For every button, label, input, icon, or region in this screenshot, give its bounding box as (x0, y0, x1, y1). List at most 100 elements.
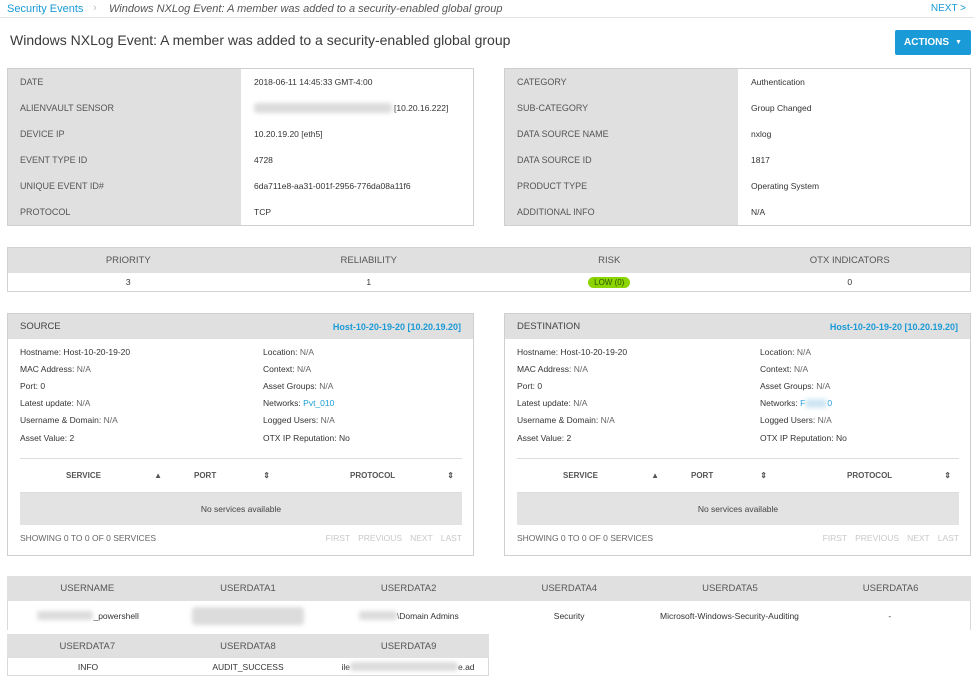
kv-value: 0 (40, 381, 46, 391)
services-pager: FIRST PREVIOUS NEXT LAST (815, 533, 959, 543)
kv-label: Port: (517, 381, 535, 391)
detail-row-ds-name: DATA SOURCE NAME nxlog (505, 121, 970, 147)
source-latest-update: Latest update: N/A (20, 398, 90, 408)
kv-label: Username & Domain: (20, 415, 102, 425)
kv-value: 0 (537, 381, 543, 391)
detail-value: [10.20.16.222] (241, 95, 448, 121)
pager-last[interactable]: LAST (938, 533, 959, 543)
breadcrumb-security-events-link[interactable]: Security Events (7, 3, 83, 15)
page-title: Windows NXLog Event: A member was added … (10, 32, 511, 48)
destination-asset-groups: Asset Groups: N/A (760, 381, 830, 391)
destination-mac: MAC Address: N/A (517, 364, 588, 374)
kv-label: Logged Users: (760, 415, 816, 425)
source-host-link[interactable]: Host-10-20-19-20 [10.20.19.20] (333, 322, 461, 332)
destination-host-link[interactable]: Host-10-20-19-20 [10.20.19.20] (830, 322, 958, 332)
destination-logged-users: Logged Users: N/A (760, 415, 832, 425)
source-panel: SOURCE Host-10-20-19-20 [10.20.19.20] Ho… (7, 313, 474, 556)
services-empty-row: No services available (517, 493, 959, 525)
kv-value: 2 (566, 433, 572, 443)
detail-row-product-type: PRODUCT TYPE Operating System (505, 173, 970, 199)
kv-value: 2 (69, 433, 75, 443)
service-column-header[interactable]: SERVICE ▲ (517, 471, 667, 480)
detail-label: PRODUCT TYPE (505, 173, 738, 199)
otx-indicators-header: OTX INDICATORS (809, 255, 890, 266)
redacted-network-name (805, 399, 828, 409)
port-header-label: PORT (194, 471, 217, 480)
kv-value: N/A (796, 347, 812, 357)
detail-value: TCP (254, 207, 271, 217)
userdata7-cell: INFO (77, 661, 99, 672)
kv-label: Location: (263, 347, 298, 357)
detail-value: nxlog (751, 129, 772, 139)
userdata9-suffix: e.ad (457, 661, 475, 672)
kv-label: Latest update: (517, 398, 571, 408)
services-showing-count: SHOWING 0 TO 0 OF 0 SERVICES (20, 533, 157, 543)
userdata-header: USERDATA6 (862, 583, 919, 594)
pager-next[interactable]: NEXT (410, 533, 433, 543)
next-event-link[interactable]: NEXT > (931, 3, 966, 14)
userdata-table-2: USERDATA7 USERDATA8 USERDATA9 INFO AUDIT… (7, 634, 489, 676)
protocol-column-header[interactable]: PROTOCOL ⇕ (278, 471, 462, 480)
kv-value: N/A (817, 415, 832, 425)
detail-row-category: CATEGORY Authentication (505, 69, 970, 95)
sort-icon: ⇕ (760, 471, 767, 480)
port-column-header[interactable]: PORT ⇕ (667, 471, 775, 480)
pager-next[interactable]: NEXT (907, 533, 930, 543)
kv-value: N/A (573, 364, 588, 374)
destination-network-link[interactable]: F0 (800, 398, 832, 409)
userdata-header: USERDATA9 (380, 640, 437, 652)
userdata9-cell: ile e.ad (328, 658, 488, 675)
kv-label: Context: (263, 364, 295, 374)
sort-asc-icon: ▲ (154, 471, 162, 480)
port-column-header[interactable]: PORT ⇕ (170, 471, 278, 480)
userdata8-cell: AUDIT_SUCCESS (212, 661, 284, 672)
kv-value: N/A (103, 415, 118, 425)
detail-label: DATE (8, 69, 241, 95)
reliability-value: 1 (366, 277, 372, 287)
username-cell: _powershell (8, 601, 168, 630)
detail-label: CATEGORY (505, 69, 738, 95)
detail-label: ADDITIONAL INFO (505, 199, 738, 225)
kv-label: Hostname: (20, 347, 62, 357)
kv-label: Asset Groups: (760, 381, 814, 391)
destination-context: Context: N/A (760, 364, 808, 374)
pager-first[interactable]: FIRST (823, 533, 848, 543)
breadcrumb-current: Windows NXLog Event: A member was added … (109, 3, 503, 15)
detail-label: PROTOCOL (8, 199, 241, 225)
source-networks: Networks: Pvt_010 (263, 398, 334, 408)
kv-value: N/A (297, 364, 312, 374)
risk-badge: LOW (0) (588, 276, 631, 288)
pager-first[interactable]: FIRST (326, 533, 351, 543)
kv-label: Asset Value: (20, 433, 68, 443)
detail-row-event-type: EVENT TYPE ID 4728 (8, 147, 473, 173)
destination-location: Location: N/A (760, 347, 811, 357)
source-logged-users: Logged Users: N/A (263, 415, 335, 425)
reliability-header: RELIABILITY (340, 255, 398, 266)
destination-services-table: SERVICE ▲ PORT ⇕ PROTOCOL ⇕ No services ava… (517, 458, 959, 543)
service-column-header[interactable]: SERVICE ▲ (20, 471, 170, 480)
source-asset-value: Asset Value: 2 (20, 433, 74, 443)
protocol-column-header[interactable]: PROTOCOL ⇕ (775, 471, 959, 480)
priority-value: 3 (125, 277, 131, 287)
source-title: SOURCE (20, 321, 61, 332)
sort-icon: ⇕ (944, 471, 951, 480)
kv-value: N/A (600, 415, 615, 425)
detail-value: 2018-06-11 14:45:33 GMT-4:00 (254, 77, 373, 87)
redacted-username (37, 611, 94, 620)
source-asset-groups: Asset Groups: N/A (263, 381, 333, 391)
pager-previous[interactable]: PREVIOUS (855, 533, 899, 543)
kv-label: Location: (760, 347, 795, 357)
protocol-header-label: PROTOCOL (847, 471, 893, 480)
otx-indicators-value: 0 (847, 277, 853, 287)
source-network-link[interactable]: Pvt_010 (303, 398, 334, 408)
source-mac: MAC Address: N/A (20, 364, 91, 374)
detail-label: ALIENVAULT SENSOR (8, 95, 241, 121)
pager-previous[interactable]: PREVIOUS (358, 533, 402, 543)
actions-button[interactable]: ACTIONS ▼ (895, 30, 971, 55)
kv-value: N/A (319, 381, 334, 391)
kv-value: N/A (320, 415, 335, 425)
kv-label: Asset Value: (517, 433, 565, 443)
pager-last[interactable]: LAST (441, 533, 462, 543)
detail-value: Authentication (751, 77, 805, 87)
service-header-label: SERVICE (66, 471, 101, 480)
